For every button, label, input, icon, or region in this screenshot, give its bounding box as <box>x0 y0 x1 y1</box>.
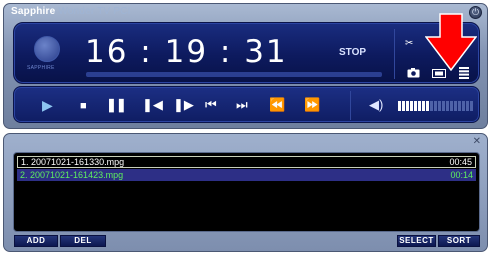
display-panel: SAPPHIRE 16 : 19 : 31 STOP ✂ <box>13 22 480 84</box>
volume-segment <box>414 101 417 111</box>
fast-forward-button[interactable]: ⏩ <box>304 98 320 112</box>
seek-bar[interactable] <box>86 72 382 77</box>
next-button[interactable]: ⏭ <box>236 98 248 112</box>
volume-segment <box>462 101 465 111</box>
volume-segment <box>454 101 457 111</box>
player-window: Sapphire Wonder TV PCI ⏻ SAPPHIRE 16 : 1… <box>3 3 488 129</box>
delete-button[interactable]: DEL <box>60 235 106 247</box>
transport-controls: ▶ ■ ❚❚ ❚◀ ❚▶ ⏮ ⏭ ⏪ ⏩ ◀) <box>13 86 480 123</box>
tools-icon[interactable]: ✂ <box>405 38 413 49</box>
previous-button[interactable]: ⏮ <box>205 98 217 112</box>
time-display: 16 : 19 : 31 <box>85 34 288 70</box>
list-item-name: 2. 20071021-161423.mpg <box>20 170 124 180</box>
volume-segment <box>426 101 429 111</box>
annotation-arrow-icon <box>425 13 477 71</box>
volume-segment <box>446 101 449 111</box>
volume-segment <box>438 101 441 111</box>
playlist-window: ✕ 1. 20071021-161330.mpg 00:45 2. 200710… <box>3 133 488 252</box>
rewind-button[interactable]: ⏪ <box>269 98 285 112</box>
snapshot-camera-icon[interactable] <box>407 68 420 81</box>
controls-divider <box>350 91 351 120</box>
playback-status: STOP <box>339 47 367 58</box>
volume-segment <box>430 101 433 111</box>
select-button[interactable]: SELECT <box>397 235 436 247</box>
volume-segment <box>442 101 445 111</box>
volume-segment <box>434 101 437 111</box>
sapphire-logo-icon <box>34 36 60 62</box>
title-product: Wonder TV PCI <box>58 6 131 17</box>
list-item-name: 1. 20071021-161330.mpg <box>21 157 125 167</box>
play-button[interactable]: ▶ <box>42 98 53 112</box>
frame-forward-button[interactable]: ❚▶ <box>173 98 194 112</box>
volume-segment <box>466 101 469 111</box>
list-item-duration: 00:14 <box>450 170 473 180</box>
close-icon[interactable]: ✕ <box>473 136 481 147</box>
title-brand: Sapphire <box>11 6 56 17</box>
volume-segment <box>398 101 401 111</box>
display-divider <box>394 29 395 79</box>
playlist-list: 1. 20071021-161330.mpg 00:45 2. 20071021… <box>13 152 480 232</box>
add-button[interactable]: ADD <box>14 235 58 247</box>
volume-segment <box>470 101 473 111</box>
frame-back-button[interactable]: ❚◀ <box>142 98 163 112</box>
volume-segment <box>418 101 421 111</box>
volume-segment <box>422 101 425 111</box>
volume-slider[interactable] <box>398 101 474 111</box>
volume-segment <box>450 101 453 111</box>
volume-segment <box>402 101 405 111</box>
list-item-duration: 00:45 <box>449 157 472 167</box>
stop-button[interactable]: ■ <box>80 99 87 113</box>
title-bar[interactable]: Sapphire Wonder TV PCI ⏻ <box>4 4 487 21</box>
volume-segment <box>458 101 461 111</box>
list-item[interactable]: 1. 20071021-161330.mpg 00:45 <box>17 156 476 168</box>
list-item[interactable]: 2. 20071021-161423.mpg 00:14 <box>17 169 476 181</box>
volume-segment <box>406 101 409 111</box>
window-title: Sapphire Wonder TV PCI <box>11 6 131 17</box>
sort-button[interactable]: SORT <box>438 235 480 247</box>
volume-segment <box>410 101 413 111</box>
logo-text: SAPPHIRE <box>27 65 55 71</box>
pause-button[interactable]: ❚❚ <box>106 98 127 112</box>
volume-speaker-icon[interactable]: ◀) <box>369 97 383 113</box>
